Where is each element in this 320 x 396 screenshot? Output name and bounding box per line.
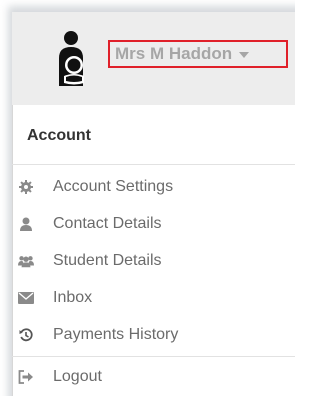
history-icon: [18, 327, 34, 343]
envelope-icon: [18, 290, 34, 306]
menu-item-inbox[interactable]: Inbox: [12, 280, 295, 316]
menu-item-contact-details[interactable]: Contact Details: [12, 206, 295, 242]
menu-item-payments-history[interactable]: Payments History: [12, 317, 295, 353]
menu-item-account-settings[interactable]: Account Settings: [12, 169, 295, 205]
divider: [12, 164, 295, 165]
gear-icon: [18, 179, 34, 195]
menu-heading: Account: [27, 127, 91, 144]
user-menu-toggle[interactable]: Mrs M Haddon: [108, 40, 288, 68]
menu-item-label: Contact Details: [53, 215, 162, 232]
user-name: Mrs M Haddon: [115, 44, 233, 63]
menu-item-logout[interactable]: Logout: [12, 359, 295, 395]
menu-item-student-details[interactable]: Student Details: [12, 243, 295, 279]
menu-item-label: Payments History: [53, 326, 179, 343]
account-dropdown-panel: Mrs M Haddon Account Account Settings Co…: [12, 12, 295, 396]
sign-out-icon: [18, 369, 34, 385]
user-icon: [18, 216, 34, 232]
menu-item-label: Account Settings: [53, 178, 174, 195]
menu-item-label: Logout: [53, 368, 102, 385]
parent-with-child-icon: [50, 28, 92, 88]
user-header: Mrs M Haddon: [12, 12, 295, 105]
caret-down-icon: [239, 52, 250, 58]
divider: [12, 356, 295, 357]
screenshot-frame: Mrs M Haddon Account Account Settings Co…: [0, 0, 295, 396]
menu-item-label: Inbox: [53, 289, 93, 306]
menu-item-label: Student Details: [53, 252, 162, 269]
users-icon: [18, 253, 34, 269]
